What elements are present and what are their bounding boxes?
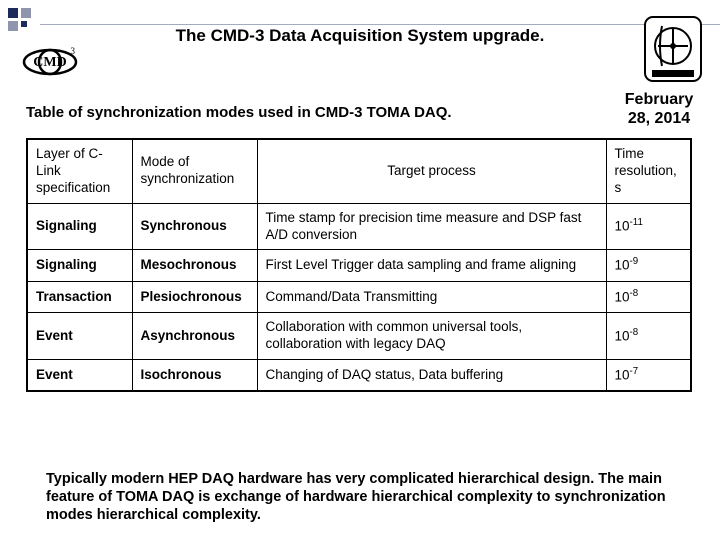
cell-target: Command/Data Transmitting	[257, 281, 606, 312]
cell-layer: Event	[27, 313, 132, 360]
cell-target: First Level Trigger data sampling and fr…	[257, 250, 606, 281]
slide-header: The CMD-3 Data Acquisition System upgrad…	[0, 26, 720, 46]
col-header-layer: Layer of C-Link specification	[27, 139, 132, 203]
cell-layer: Signaling	[27, 250, 132, 281]
slide-decor-line	[40, 24, 720, 25]
cell-resolution: 10-11	[606, 203, 691, 250]
cell-layer: Event	[27, 359, 132, 391]
cell-target: Time stamp for precision time measure an…	[257, 203, 606, 250]
cell-layer: Transaction	[27, 281, 132, 312]
cell-mode: Asynchronous	[132, 313, 257, 360]
cell-mode: Isochronous	[132, 359, 257, 391]
cell-target: Changing of DAQ status, Data buffering	[257, 359, 606, 391]
footer-paragraph: Typically modern HEP DAQ hardware has ve…	[46, 470, 682, 524]
cell-mode: Mesochronous	[132, 250, 257, 281]
cell-resolution: 10-8	[606, 281, 691, 312]
table-caption: Table of synchronization modes used in C…	[26, 104, 452, 121]
cell-resolution: 10-9	[606, 250, 691, 281]
cell-mode: Synchronous	[132, 203, 257, 250]
cmd-logo: CMD 3	[20, 40, 80, 78]
slide-date: February 28, 2014	[616, 90, 702, 128]
synchronization-modes-table: Layer of C-Link specification Mode of sy…	[26, 138, 692, 392]
table-row: EventIsochronousChanging of DAQ status, …	[27, 359, 691, 391]
table-header-row: Layer of C-Link specification Mode of sy…	[27, 139, 691, 203]
cell-resolution: 10-8	[606, 313, 691, 360]
table-row: SignalingMesochronousFirst Level Trigger…	[27, 250, 691, 281]
table-row: SignalingSynchronousTime stamp for preci…	[27, 203, 691, 250]
table-row: TransactionPlesiochronousCommand/Data Tr…	[27, 281, 691, 312]
cell-target: Collaboration with common universal tool…	[257, 313, 606, 360]
col-header-resolution: Time resolution, s	[606, 139, 691, 203]
cell-layer: Signaling	[27, 203, 132, 250]
table-row: EventAsynchronousCollaboration with comm…	[27, 313, 691, 360]
col-header-target: Target process	[257, 139, 606, 203]
col-header-mode: Mode of synchronization	[132, 139, 257, 203]
cell-mode: Plesiochronous	[132, 281, 257, 312]
page-title: The CMD-3 Data Acquisition System upgrad…	[176, 26, 545, 45]
svg-text:3: 3	[71, 46, 76, 56]
svg-text:CMD: CMD	[33, 55, 66, 70]
cell-resolution: 10-7	[606, 359, 691, 391]
institute-logo	[644, 16, 702, 82]
